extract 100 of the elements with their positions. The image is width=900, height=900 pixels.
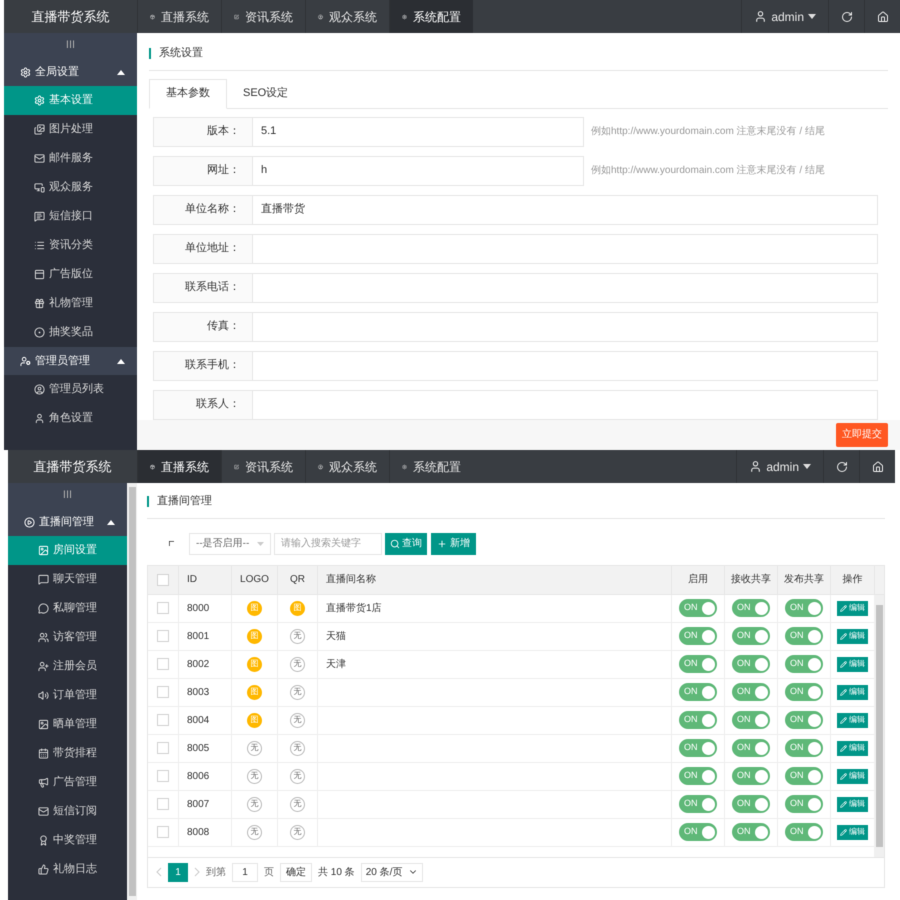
switch-toggle[interactable]: ON (732, 767, 770, 785)
sidebar-toggle[interactable]: III (4, 33, 137, 58)
query-button[interactable]: 查询 (385, 532, 427, 554)
nav-tab[interactable]: 观众系统 (305, 450, 389, 483)
sidebar-item[interactable]: 私聊管理 (8, 594, 127, 623)
nav-tab[interactable]: 直播系统 (137, 450, 221, 483)
text-field[interactable]: 直播带货 (253, 194, 878, 224)
switch-toggle[interactable]: ON (679, 655, 717, 673)
submit-button[interactable]: 立即提交 (836, 422, 888, 447)
text-field[interactable] (253, 350, 878, 380)
switch-toggle[interactable]: ON (732, 795, 770, 813)
text-field[interactable] (253, 312, 878, 342)
text-field[interactable] (253, 234, 878, 264)
nav-tab[interactable]: 资讯系统 (221, 450, 305, 483)
switch-toggle[interactable]: ON (785, 627, 823, 645)
sidebar-item[interactable]: 访客管理 (8, 623, 127, 652)
switch-toggle[interactable]: ON (679, 795, 717, 813)
sidebar-item[interactable]: 礼物管理 (4, 289, 137, 318)
switch-toggle[interactable]: ON (785, 739, 823, 757)
sidebar-group[interactable]: 全局设置 (4, 58, 137, 86)
sidebar-item[interactable]: 观众服务 (4, 173, 137, 202)
sidebar-item[interactable]: 短信订阅 (8, 797, 127, 826)
edit-button[interactable]: 编辑 (837, 824, 868, 840)
scrollbar-thumb[interactable] (876, 604, 882, 846)
edit-button[interactable]: 编辑 (837, 768, 868, 784)
sidebar-item[interactable]: 基本设置 (4, 86, 137, 115)
sidebar-item[interactable]: 带货排程 (8, 739, 127, 768)
row-checkbox[interactable] (157, 770, 169, 782)
sidebar-item[interactable]: 广告版位 (4, 260, 137, 289)
text-field[interactable] (253, 272, 878, 302)
sidebar-group[interactable]: 管理员管理 (4, 347, 137, 375)
previous-page-icon[interactable] (156, 867, 162, 877)
sidebar-group[interactable]: 直播间管理 (8, 508, 127, 536)
switch-toggle[interactable]: ON (732, 599, 770, 617)
user-menu[interactable]: admin (736, 450, 823, 483)
row-checkbox[interactable] (157, 602, 169, 614)
sidebar-item[interactable]: 角色设置 (4, 404, 137, 433)
search-field[interactable]: 请输入搜索关键字 (274, 532, 382, 554)
tab[interactable]: SEO设定 (227, 78, 304, 108)
sidebar-item[interactable]: 中奖管理 (8, 826, 127, 855)
user-menu[interactable]: admin (741, 0, 828, 33)
edit-button[interactable]: 编辑 (837, 656, 868, 672)
status-select[interactable]: --是否启用-- (189, 532, 271, 554)
sidebar-item[interactable]: 晒单管理 (8, 710, 127, 739)
switch-toggle[interactable]: ON (679, 599, 717, 617)
nav-tab[interactable]: 系统配置 (389, 450, 473, 483)
row-checkbox[interactable] (157, 714, 169, 726)
switch-toggle[interactable]: ON (732, 711, 770, 729)
sidebar-item[interactable]: 短信接口 (4, 202, 137, 231)
switch-toggle[interactable]: ON (785, 795, 823, 813)
add-button[interactable]: 新增 (431, 532, 476, 554)
edit-button[interactable]: 编辑 (837, 600, 868, 616)
edit-button[interactable]: 编辑 (837, 712, 868, 728)
select-all-checkbox[interactable] (157, 574, 169, 586)
scrollbar-thumb[interactable] (128, 487, 136, 896)
sidebar-item[interactable]: 管理员列表 (4, 375, 137, 404)
switch-toggle[interactable]: ON (679, 711, 717, 729)
page-input[interactable]: 1 (232, 862, 258, 882)
text-field[interactable]: h (253, 156, 584, 186)
sidebar-item[interactable]: 广告管理 (8, 768, 127, 797)
switch-toggle[interactable]: ON (679, 767, 717, 785)
sidebar-item[interactable]: 聊天管理 (8, 565, 127, 594)
row-checkbox[interactable] (157, 686, 169, 698)
sidebar-item[interactable]: 房间设置 (8, 536, 127, 565)
text-field[interactable] (253, 390, 878, 420)
page-number[interactable]: 1 (168, 862, 188, 882)
sidebar-item[interactable]: 礼物日志 (8, 855, 127, 884)
nav-tab[interactable]: 资讯系统 (221, 0, 305, 33)
switch-toggle[interactable]: ON (679, 739, 717, 757)
switch-toggle[interactable]: ON (785, 767, 823, 785)
switch-toggle[interactable]: ON (785, 683, 823, 701)
sidebar-toggle[interactable]: III (8, 483, 127, 508)
switch-toggle[interactable]: ON (732, 823, 770, 841)
sidebar-item[interactable]: 资讯分类 (4, 231, 137, 260)
switch-toggle[interactable]: ON (732, 627, 770, 645)
row-checkbox[interactable] (157, 630, 169, 642)
next-page-icon[interactable] (194, 867, 200, 877)
row-checkbox[interactable] (157, 798, 169, 810)
sidebar-item[interactable]: 抽奖奖品 (4, 318, 137, 347)
nav-tab[interactable]: 直播系统 (137, 0, 221, 33)
edit-button[interactable]: 编辑 (837, 740, 868, 756)
edit-button[interactable]: 编辑 (837, 796, 868, 812)
switch-toggle[interactable]: ON (732, 739, 770, 757)
row-checkbox[interactable] (157, 742, 169, 754)
switch-toggle[interactable]: ON (679, 683, 717, 701)
switch-toggle[interactable]: ON (732, 655, 770, 673)
switch-toggle[interactable]: ON (679, 823, 717, 841)
text-field[interactable]: 5.1 (253, 116, 584, 146)
switch-toggle[interactable]: ON (732, 683, 770, 701)
page-size-select[interactable]: 20 条/页 (360, 862, 424, 882)
switch-toggle[interactable]: ON (785, 655, 823, 673)
nav-tab[interactable]: 系统配置 (389, 0, 473, 33)
sidebar-item[interactable]: 注册会员 (8, 652, 127, 681)
sidebar-item[interactable]: 图片处理 (4, 115, 137, 144)
row-checkbox[interactable] (157, 658, 169, 670)
switch-toggle[interactable]: ON (785, 711, 823, 729)
switch-toggle[interactable]: ON (785, 823, 823, 841)
edit-button[interactable]: 编辑 (837, 628, 868, 644)
sidebar-item[interactable]: 订单管理 (8, 681, 127, 710)
confirm-button[interactable]: 确定 (280, 862, 312, 882)
